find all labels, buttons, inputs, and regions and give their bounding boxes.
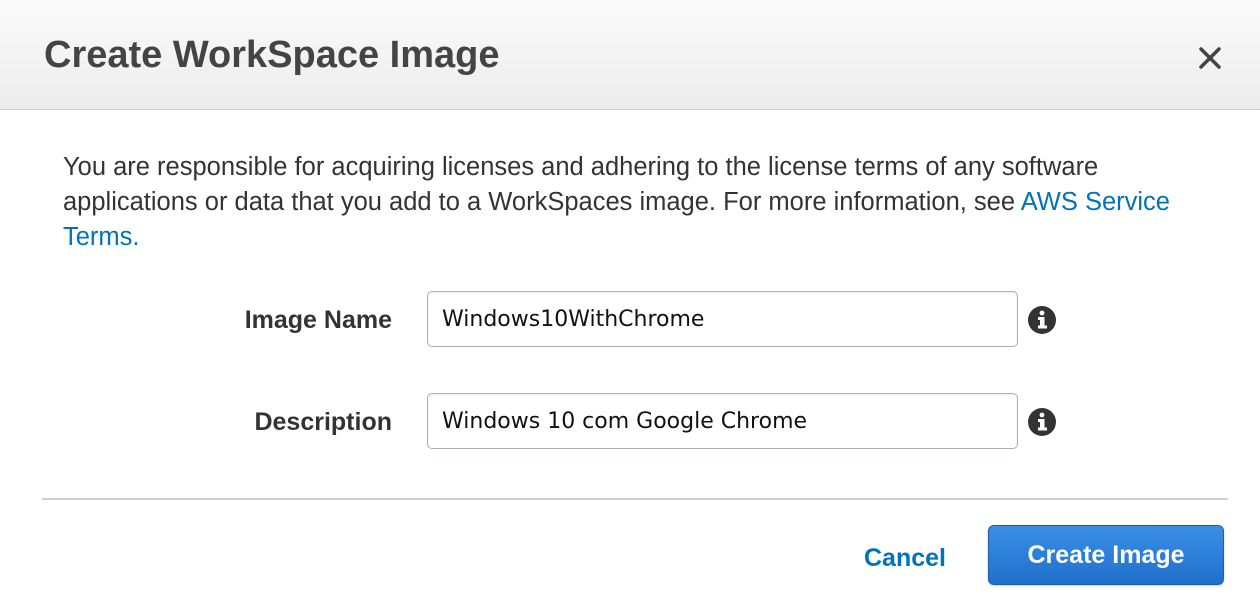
image-name-input[interactable] xyxy=(427,291,1018,347)
dialog-title: Create WorkSpace Image xyxy=(44,34,500,76)
license-notice: You are responsible for acquiring licens… xyxy=(63,150,1213,255)
description-label: Description xyxy=(254,408,392,436)
create-image-button[interactable]: Create Image xyxy=(988,525,1224,585)
footer-divider xyxy=(42,498,1228,500)
image-name-label: Image Name xyxy=(244,306,392,334)
info-icon xyxy=(1028,408,1056,436)
create-workspace-image-dialog: Create WorkSpace Image You are responsib… xyxy=(0,0,1260,612)
description-info-button[interactable] xyxy=(1027,407,1057,437)
close-icon xyxy=(1199,47,1221,69)
image-name-info-button[interactable] xyxy=(1027,305,1057,335)
info-icon xyxy=(1028,306,1056,334)
dialog-header: Create WorkSpace Image xyxy=(0,0,1260,110)
close-button[interactable] xyxy=(1190,38,1230,78)
cancel-button[interactable]: Cancel xyxy=(840,538,970,578)
license-notice-text: You are responsible for acquiring licens… xyxy=(63,153,1099,216)
description-input[interactable] xyxy=(427,393,1018,449)
